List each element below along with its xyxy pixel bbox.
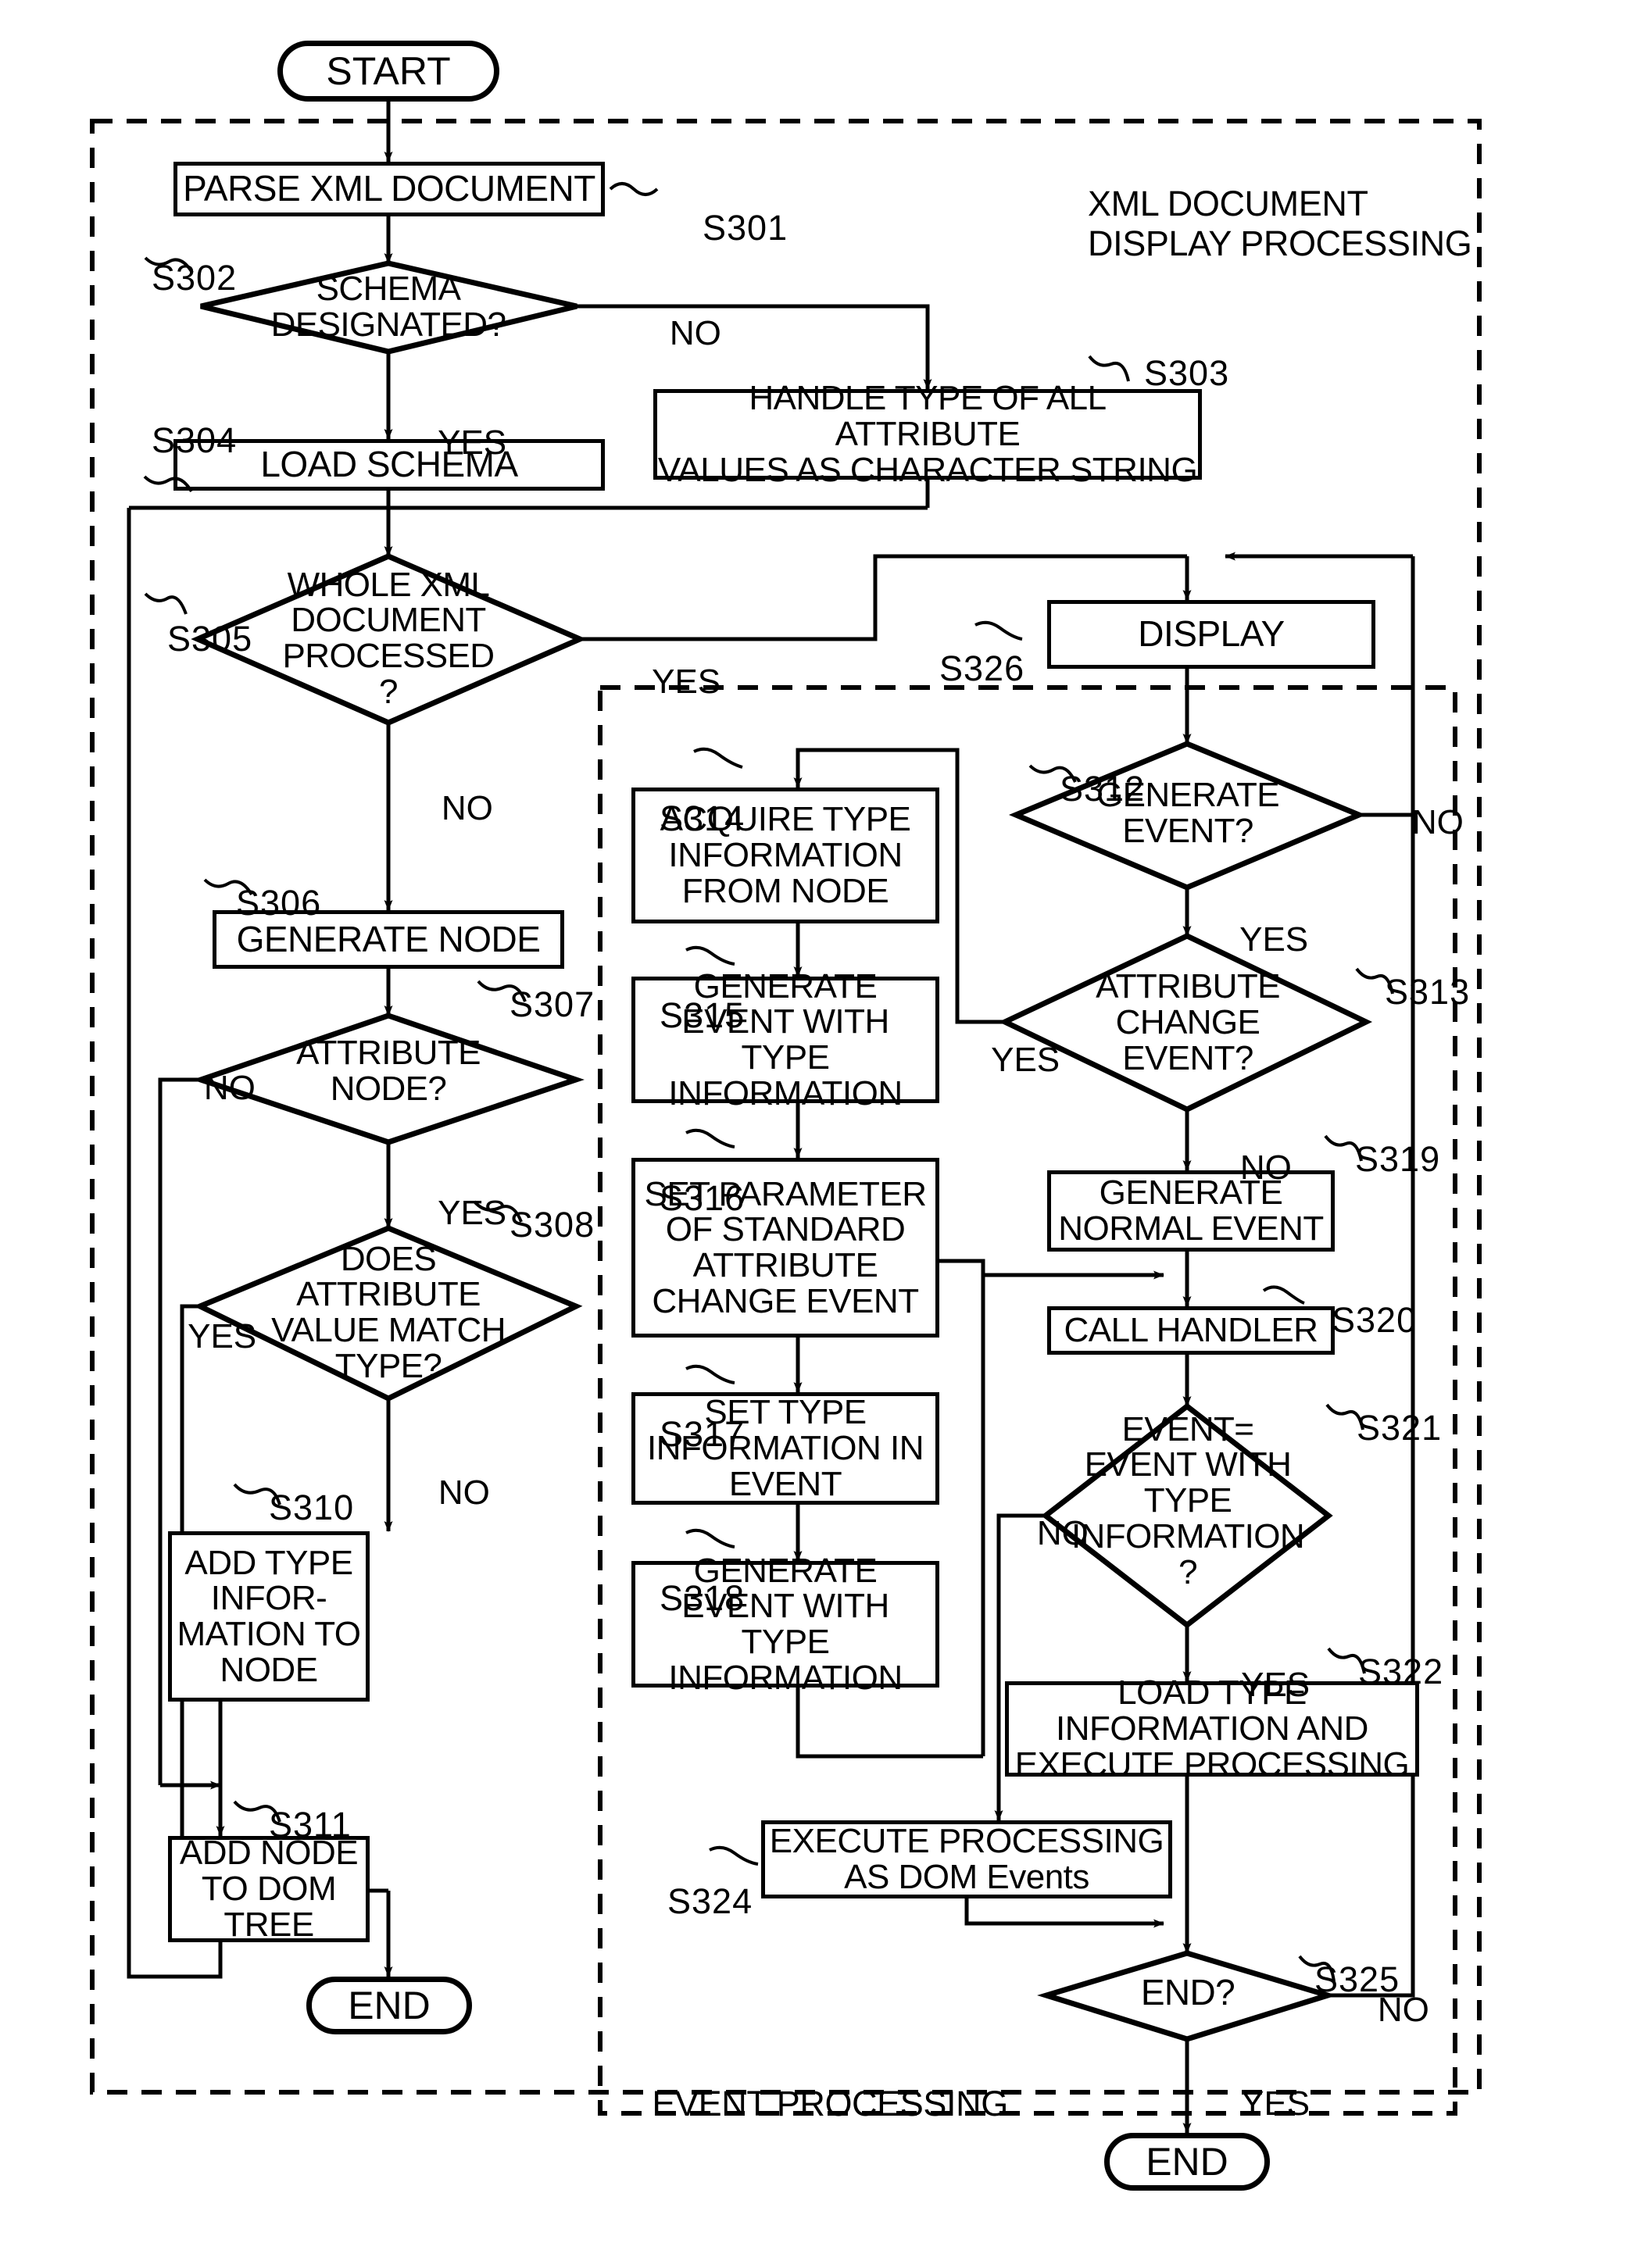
- branch-label-s325-no: NO: [1377, 1991, 1429, 2029]
- step-ref-s317: S317: [660, 1414, 746, 1454]
- branch-label-s307-no: NO: [203, 1069, 256, 1107]
- step-ref-s326: S326: [939, 648, 1025, 688]
- step-ref-s314: S314: [660, 798, 746, 838]
- step-ref-s303: S303: [1144, 353, 1230, 393]
- branch-label-s302-no: NO: [669, 314, 721, 352]
- branch-label-s312-no: NO: [1411, 803, 1464, 841]
- branch-label-s313-yes: YES: [991, 1041, 1060, 1079]
- step-ref-s307: S307: [510, 984, 595, 1024]
- step-ref-s313: S313: [1385, 972, 1471, 1012]
- step-ref-s304: S304: [152, 420, 238, 460]
- step-ref-s310: S310: [269, 1488, 355, 1527]
- step-ref-s324: S324: [667, 1881, 753, 1921]
- branch-label-s321-yes: YES: [1241, 1666, 1311, 1704]
- step-ref-s315: S315: [660, 995, 746, 1035]
- step-ref-s321: S321: [1357, 1408, 1443, 1448]
- branch-label-s321-no: NO: [1036, 1514, 1089, 1552]
- branch-label-s308-no: NO: [438, 1473, 490, 1512]
- step-ref-s311: S311: [269, 1805, 352, 1845]
- group-label-xml-display: XML DOCUMENT DISPLAY PROCESSING: [1088, 184, 1472, 263]
- branch-label-s308-yes: YES: [188, 1317, 257, 1355]
- branch-label-s305-yes: YES: [652, 663, 721, 701]
- branch-label-s302-yes: YES: [438, 423, 507, 462]
- step-ref-s322: S322: [1358, 1652, 1444, 1691]
- step-ref-s312: S312: [1060, 769, 1146, 809]
- branch-label-s312-yes: YES: [1239, 920, 1309, 959]
- step-ref-s320: S320: [1332, 1300, 1418, 1340]
- step-ref-s316: S316: [660, 1178, 746, 1218]
- step-ref-s301: S301: [703, 208, 788, 248]
- step-ref-s319: S319: [1355, 1139, 1441, 1179]
- branch-label-s307-yes: YES: [438, 1194, 507, 1232]
- step-ref-s305: S305: [167, 619, 253, 659]
- branch-label-s313-no: NO: [1239, 1148, 1292, 1187]
- group-label-event-processing: EVENT PROCESSING: [652, 2084, 1008, 2124]
- flowchart-figure: START END END PARSE XML DOCUMENT HANDLE …: [0, 0, 1627, 2268]
- branch-label-s325-yes: YES: [1241, 2084, 1311, 2123]
- step-ref-s318: S318: [660, 1578, 746, 1618]
- step-ref-s302: S302: [152, 258, 238, 298]
- step-ref-s306: S306: [236, 883, 322, 923]
- branch-label-s305-no: NO: [441, 789, 493, 827]
